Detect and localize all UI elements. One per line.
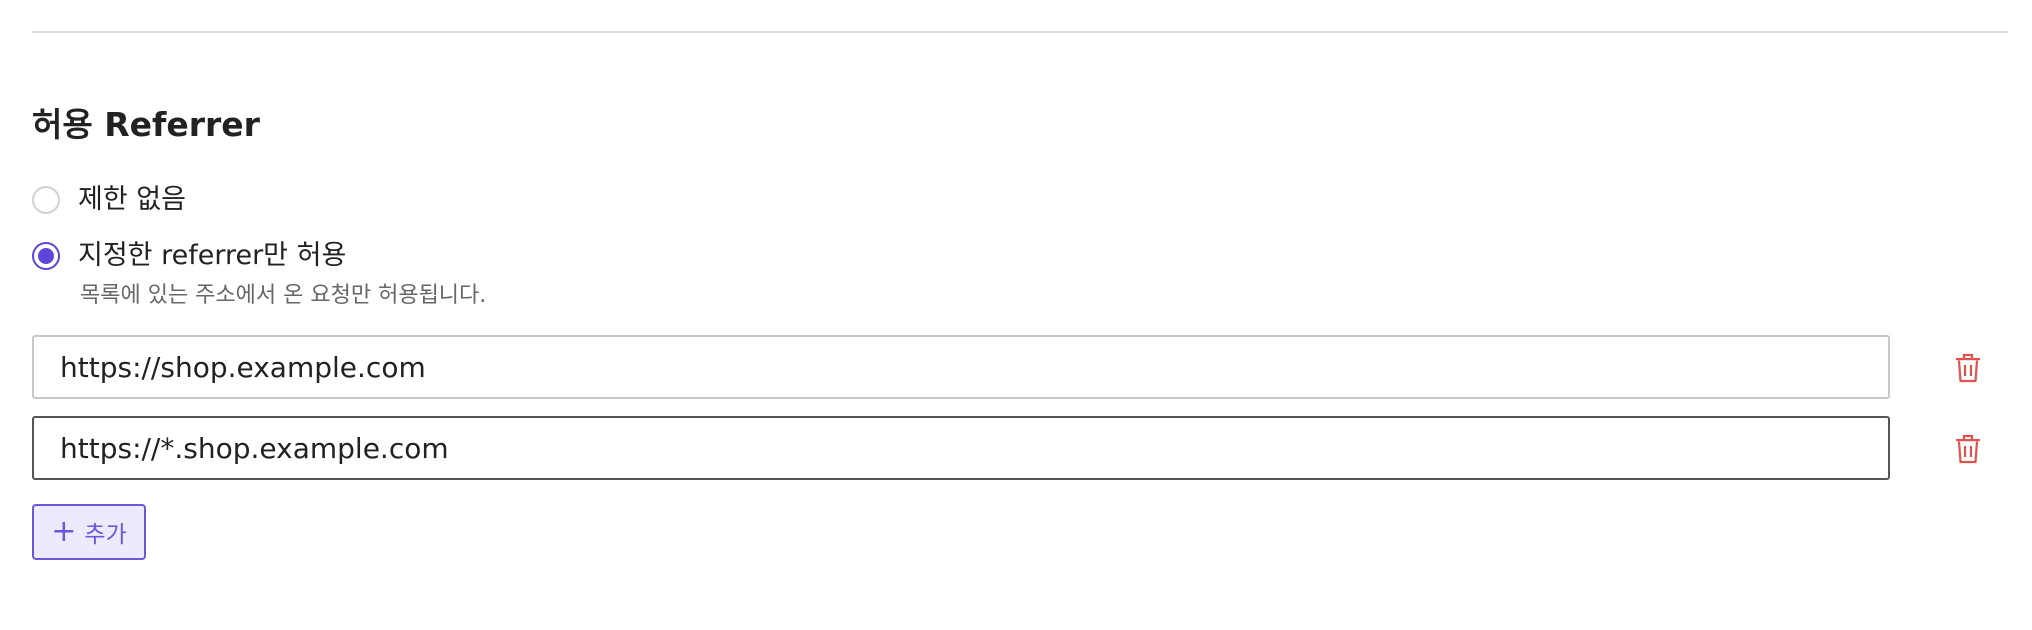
trash-icon	[1956, 434, 1980, 464]
radio-option-specified-referrers[interactable]: 지정한 referrer만 허용	[32, 238, 346, 274]
radio-help-text: 목록에 있는 주소에서 온 요청만 허용됩니다.	[80, 283, 487, 308]
plus-icon: +	[51, 514, 77, 549]
radio-label-specified-referrers: 지정한 referrer만 허용	[78, 240, 347, 271]
section-divider	[32, 31, 2008, 33]
radio-label-no-restriction: 제한 없음	[78, 184, 186, 215]
add-button-label: 추가	[84, 522, 127, 548]
referrer-input-1[interactable]	[32, 335, 1890, 399]
delete-referrer-button-2[interactable]	[1948, 429, 1988, 469]
delete-referrer-button-1[interactable]	[1948, 348, 1988, 388]
radio-button-specified-referrers[interactable]	[32, 242, 60, 270]
radio-button-no-restriction[interactable]	[32, 186, 60, 214]
referrer-input-2[interactable]	[32, 416, 1890, 480]
section-title: 허용 Referrer	[32, 105, 260, 144]
radio-option-no-restriction[interactable]: 제한 없음	[32, 182, 186, 218]
add-referrer-button[interactable]: + 추가	[32, 504, 146, 560]
trash-icon	[1956, 353, 1980, 383]
